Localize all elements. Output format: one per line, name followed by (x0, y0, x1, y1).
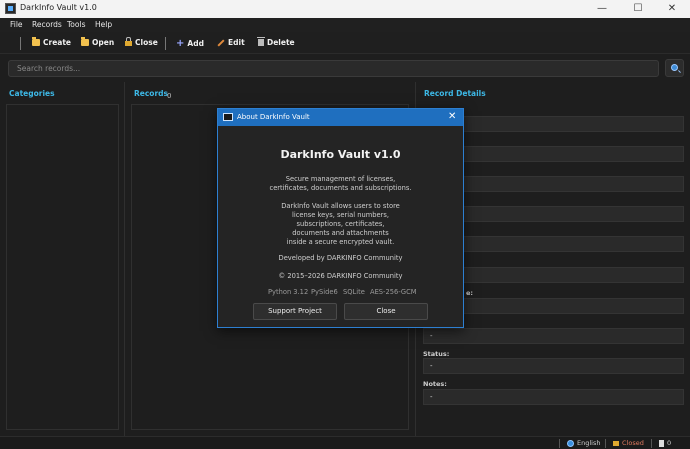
detail-label-partial: e: (466, 289, 474, 297)
detail-value: - (423, 328, 684, 344)
status-label: Status: (423, 350, 450, 358)
status-separator (559, 439, 560, 448)
about-para-line3: subscriptions, certificates, (296, 220, 385, 228)
record-count-status: 0 (659, 439, 671, 447)
about-para-line1: DarkInfo Vault allows users to store (281, 202, 400, 210)
folder-icon (32, 37, 40, 46)
open-button[interactable]: Open (81, 37, 115, 47)
window-titlebar: DarkInfo Vault v1.0 — ☐ ✕ (0, 0, 690, 18)
window-title: DarkInfo Vault v1.0 (20, 3, 97, 12)
menubar: File Records Tools Help (0, 18, 690, 32)
status-separator (651, 439, 652, 448)
close-vault-button[interactable]: Close (125, 37, 158, 47)
menu-file[interactable]: File (10, 20, 23, 29)
toolbar: Create Open Close + Add Edit Delete (0, 32, 690, 54)
search-button[interactable] (665, 59, 684, 77)
about-para-line5: inside a secure encrypted vault. (286, 238, 395, 246)
add-button[interactable]: + Add (176, 38, 204, 49)
tech-python: Python 3.12 (268, 288, 309, 296)
dialog-titlebar: About DarkInfo Vault ✕ (218, 109, 463, 126)
plus-icon: + (176, 38, 185, 49)
about-developer: Developed by DARKINFO Community (278, 254, 403, 262)
close-label: Close (135, 38, 158, 47)
app-icon (223, 113, 233, 121)
language-status[interactable]: English (567, 439, 600, 447)
delete-button[interactable]: Delete (257, 37, 295, 47)
tech-pyside: PySide6 (311, 288, 338, 296)
about-copyright: © 2015–2026 DARKINFO Community (278, 272, 403, 280)
tech-sqlite: SQLite (343, 288, 365, 296)
status-value: - (423, 358, 684, 374)
tech-aes: AES-256-GCM (370, 288, 417, 296)
menu-help[interactable]: Help (95, 20, 112, 29)
create-button[interactable]: Create (32, 37, 72, 47)
lock-icon (613, 440, 619, 446)
statusbar: English Closed 0 (0, 436, 690, 449)
support-project-button[interactable]: Support Project (253, 303, 337, 320)
vault-status-text: Closed (622, 439, 644, 447)
search-input[interactable]: Search records... (8, 60, 659, 77)
document-icon (659, 439, 664, 447)
edit-label: Edit (228, 38, 245, 47)
about-para-line2: license keys, serial numbers, (292, 211, 389, 219)
edit-button[interactable]: Edit (217, 38, 245, 47)
folder-open-icon (81, 37, 89, 46)
delete-label: Delete (267, 38, 295, 47)
about-desc-line2: certificates, documents and subscription… (269, 184, 412, 192)
notes-label: Notes: (423, 380, 447, 388)
maximize-button[interactable]: ☐ (620, 0, 656, 18)
add-label: Add (187, 39, 204, 48)
details-title: Record Details (424, 89, 486, 98)
menu-tools[interactable]: Tools (67, 20, 85, 29)
menu-records[interactable]: Records (32, 20, 62, 29)
lock-icon (125, 37, 132, 46)
about-heading: DarkInfo Vault v1.0 (280, 148, 401, 161)
toolbar-separator (20, 37, 21, 50)
categories-title: Categories (9, 89, 55, 98)
records-title: Records (134, 89, 168, 98)
about-para-line4: documents and attachments (292, 229, 389, 237)
minimize-button[interactable]: — (584, 0, 620, 18)
dialog-close-icon[interactable]: ✕ (448, 111, 456, 122)
vault-status: Closed (613, 439, 644, 447)
panel-divider[interactable] (124, 82, 125, 437)
notes-value: - (423, 389, 684, 405)
record-count-text: 0 (667, 439, 672, 447)
records-count: 0 (167, 92, 172, 100)
categories-list[interactable] (6, 104, 119, 430)
search-icon (671, 64, 678, 71)
trash-icon (257, 37, 265, 46)
app-icon (5, 3, 16, 14)
open-label: Open (92, 38, 115, 47)
pencil-icon (217, 38, 225, 47)
language-text: English (577, 439, 601, 447)
close-window-button[interactable]: ✕ (654, 0, 690, 18)
toolbar-separator (165, 37, 166, 50)
about-dialog: About DarkInfo Vault ✕ DarkInfo Vault v1… (217, 108, 464, 328)
status-separator (605, 439, 606, 448)
about-desc-line1: Secure management of licenses, (285, 175, 396, 183)
create-label: Create (43, 38, 72, 47)
globe-icon (567, 439, 574, 447)
dialog-close-button[interactable]: Close (344, 303, 428, 320)
dialog-title: About DarkInfo Vault (237, 113, 310, 121)
